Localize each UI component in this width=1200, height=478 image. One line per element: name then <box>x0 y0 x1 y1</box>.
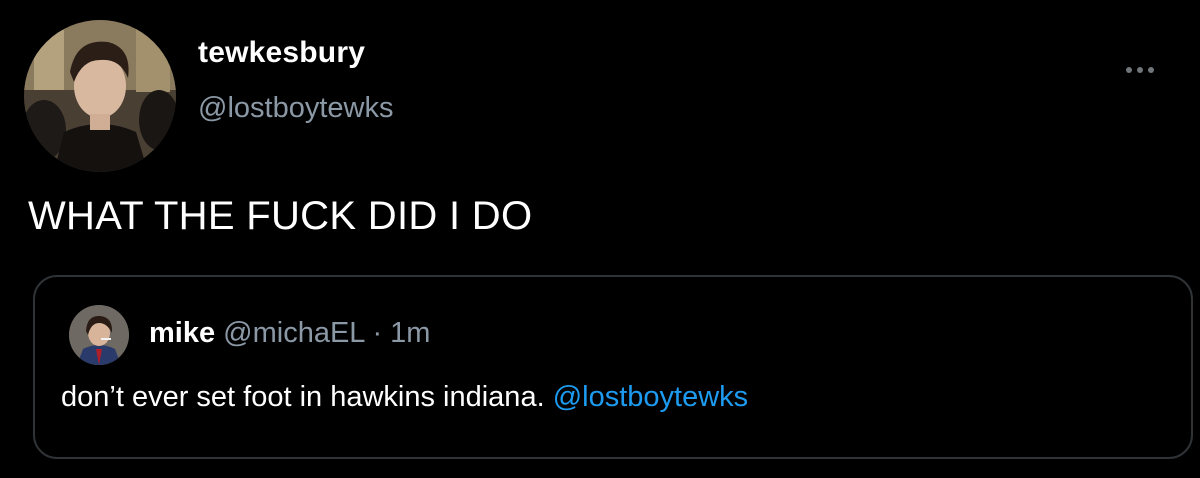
more-horizontal-icon <box>1148 67 1154 73</box>
quoted-tweet-card[interactable]: mike @michaEL · 1m don’t ever set foot i… <box>33 275 1193 459</box>
quoted-author-display-name[interactable]: mike <box>149 317 215 349</box>
tweet: tewkesbury @lostboytewks WHAT THE FUCK D… <box>0 0 1200 478</box>
quoted-tweet-text-body: don’t ever set foot in hawkins indiana. <box>61 381 545 413</box>
quoted-author-handle[interactable]: @michaEL <box>223 317 364 349</box>
mention-link[interactable]: @lostboytewks <box>553 381 748 413</box>
author-avatar-image <box>24 20 176 172</box>
more-horizontal-icon <box>1126 67 1132 73</box>
author-display-name[interactable]: tewkesbury <box>198 36 365 70</box>
quoted-tweet-header: mike @michaEL · 1m <box>149 317 430 350</box>
quoted-tweet-timestamp[interactable]: 1m <box>390 317 430 349</box>
quoted-author-avatar-image <box>69 305 129 365</box>
quoted-tweet-text: don’t ever set foot in hawkins indiana. … <box>61 381 748 414</box>
more-horizontal-icon <box>1137 67 1143 73</box>
more-options-button[interactable] <box>1118 58 1162 82</box>
tweet-text: WHAT THE FUCK DID I DO <box>28 194 533 238</box>
separator-dot: · <box>372 317 383 349</box>
author-handle[interactable]: @lostboytewks <box>198 92 393 125</box>
quoted-author-avatar[interactable] <box>69 305 129 365</box>
author-avatar[interactable] <box>24 20 176 172</box>
